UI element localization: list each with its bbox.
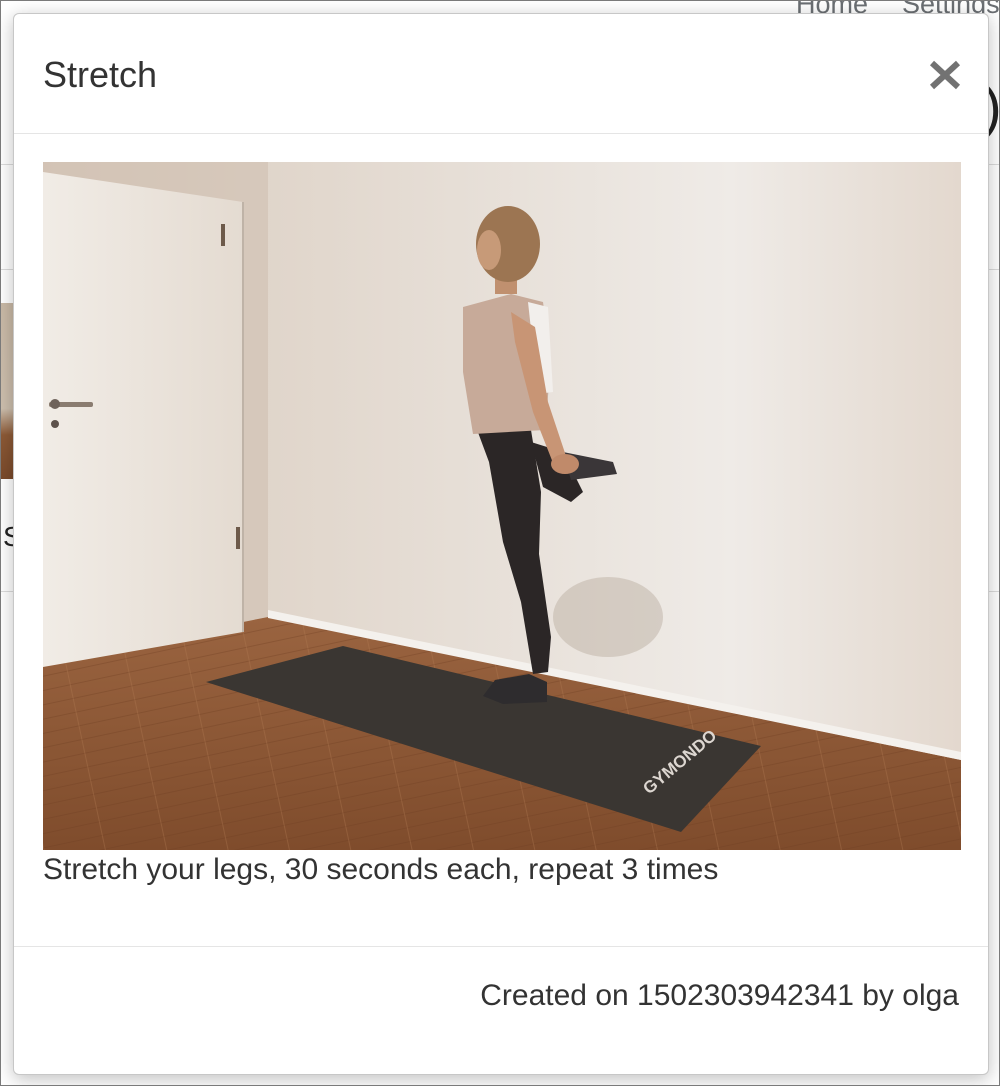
modal-footer: Created on 1502303942341 by olga — [14, 946, 988, 1074]
close-icon — [929, 60, 961, 90]
exercise-modal: Stretch GYMONDO Stretch your legs, 30 se… — [13, 13, 989, 1075]
modal-header: Stretch — [14, 14, 988, 134]
created-info: Created on 1502303942341 by olga — [480, 979, 959, 1012]
exercise-description: Stretch your legs, 30 seconds each, repe… — [43, 853, 719, 886]
app-screen: Home Settings t ) S Stretch — [0, 0, 1000, 1086]
modal-title: Stretch — [43, 54, 158, 95]
exercise-image: GYMONDO — [43, 162, 961, 850]
modal-body: GYMONDO Stretch your legs, 30 seconds ea… — [43, 162, 961, 888]
close-button[interactable] — [926, 55, 964, 95]
